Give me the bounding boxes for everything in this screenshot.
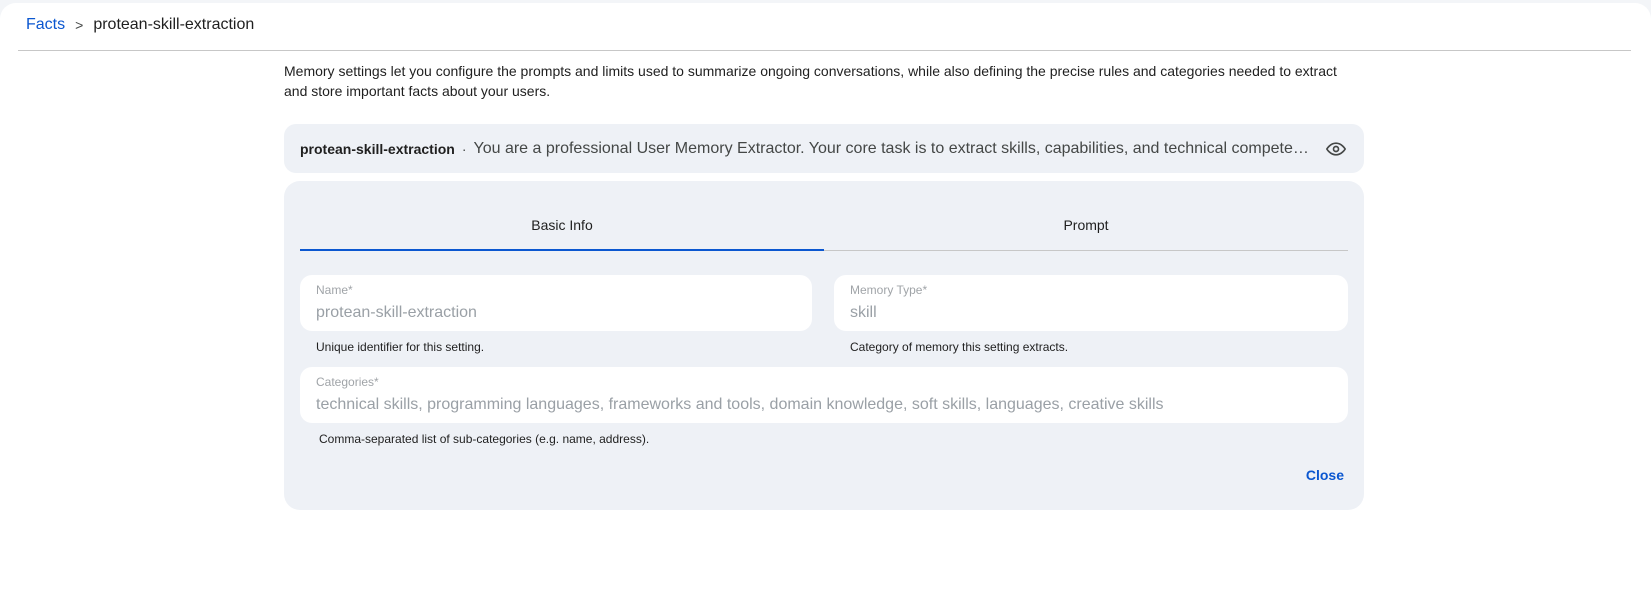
- categories-field[interactable]: Categories*: [300, 367, 1348, 423]
- breadcrumb-current: protean-skill-extraction: [93, 16, 255, 33]
- summary-setting-name: protean-skill-extraction: [300, 140, 455, 157]
- breadcrumb-separator: >: [75, 17, 84, 33]
- setting-edit-panel: Basic Info Prompt Name* Unique identifie…: [284, 181, 1364, 510]
- header: Facts > protean-skill-extraction: [18, 3, 1631, 51]
- memory-type-field-hint: Category of memory this setting extracts…: [850, 340, 1069, 354]
- memory-type-field-label: Memory Type*: [850, 283, 928, 297]
- memory-type-field[interactable]: Memory Type*: [834, 275, 1348, 331]
- categories-field-hint: Comma-separated list of sub-categories (…: [319, 432, 650, 446]
- memory-type-input[interactable]: [850, 303, 1332, 323]
- page-frame: Facts > protean-skill-extraction Memory …: [0, 3, 1651, 597]
- page-description: Memory settings let you configure the pr…: [284, 63, 1337, 99]
- name-field[interactable]: Name*: [300, 275, 812, 331]
- name-input[interactable]: [316, 303, 796, 323]
- tab-prompt[interactable]: Prompt: [824, 199, 1348, 250]
- tab-bar: Basic Info Prompt: [300, 199, 1348, 251]
- summary-separator: ·: [461, 140, 467, 157]
- categories-field-label: Categories*: [316, 375, 379, 389]
- name-field-label: Name*: [316, 283, 353, 297]
- categories-input[interactable]: [316, 395, 1332, 415]
- eye-icon[interactable]: [1324, 137, 1348, 161]
- breadcrumb: Facts > protean-skill-extraction: [26, 15, 254, 35]
- setting-summary-bar[interactable]: protean-skill-extraction · You are a pro…: [284, 124, 1364, 173]
- summary-prompt-preview: You are a professional User Memory Extra…: [473, 139, 1313, 157]
- name-field-hint: Unique identifier for this setting.: [316, 340, 485, 354]
- tab-basic-info[interactable]: Basic Info: [300, 199, 824, 251]
- close-button[interactable]: Close: [1306, 467, 1344, 483]
- breadcrumb-facts-link[interactable]: Facts: [26, 15, 65, 35]
